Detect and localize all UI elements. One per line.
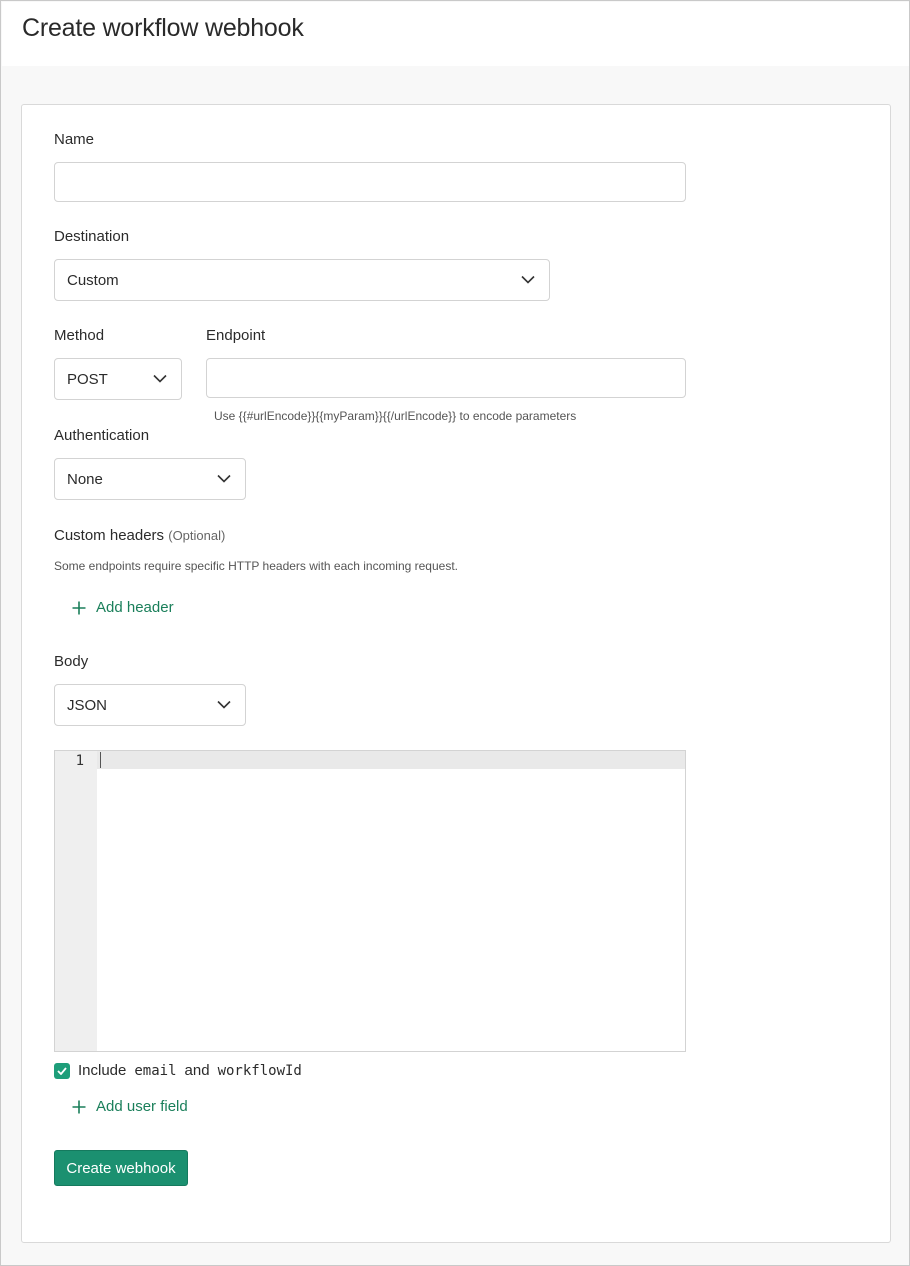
include-joiner: and (184, 1062, 210, 1079)
include-fields-row[interactable]: Include email and workflowId (54, 1062, 302, 1079)
add-user-field-button[interactable]: Add user field (72, 1098, 188, 1115)
check-icon (57, 1066, 67, 1075)
endpoint-label: Endpoint (206, 327, 266, 344)
plus-icon (72, 601, 86, 614)
name-input[interactable] (54, 162, 686, 202)
chevron-down-icon (217, 474, 231, 483)
add-user-field-label: Add user field (96, 1098, 188, 1115)
chevron-down-icon (521, 275, 535, 284)
body-code-editor[interactable]: 1 (54, 750, 686, 1052)
plus-icon (72, 1100, 86, 1113)
include-field-workflowid: workflowId (217, 1062, 302, 1079)
authentication-select[interactable]: None (54, 458, 246, 500)
body-format-select[interactable]: JSON (54, 684, 246, 726)
name-label: Name (54, 131, 95, 148)
endpoint-hint: Use {{#urlEncode}}{{myParam}}{{/urlEncod… (214, 409, 577, 423)
include-prefix: Include (78, 1062, 127, 1079)
method-label: Method (54, 327, 105, 344)
app-window: Create workflow webhook Name Destination… (0, 0, 910, 1266)
chevron-down-icon (153, 374, 167, 383)
body-label: Body (54, 653, 89, 670)
webhook-form-card: Name Destination Custom Method POST Endp… (21, 104, 891, 1243)
active-line-highlight (97, 751, 685, 769)
method-value: POST (67, 370, 108, 388)
line-number: 1 (75, 753, 84, 769)
authentication-value: None (67, 470, 103, 488)
editor-gutter: 1 (55, 751, 97, 1051)
custom-headers-title: Custom headers (54, 527, 165, 544)
include-field-email: email (134, 1062, 177, 1079)
create-webhook-button[interactable]: Create webhook (54, 1150, 188, 1186)
endpoint-input[interactable] (206, 358, 686, 398)
optional-tag: (Optional) (168, 528, 226, 543)
add-header-button[interactable]: Add header (72, 599, 174, 616)
custom-headers-label: Custom headers (Optional) (54, 527, 225, 544)
page-title: Create workflow webhook (22, 14, 304, 42)
destination-value: Custom (67, 271, 119, 289)
custom-headers-description: Some endpoints require specific HTTP hea… (54, 559, 458, 573)
destination-select[interactable]: Custom (54, 259, 550, 301)
authentication-label: Authentication (54, 427, 150, 444)
add-header-label: Add header (96, 599, 174, 616)
chevron-down-icon (217, 700, 231, 709)
page-header: Create workflow webhook (2, 2, 909, 66)
method-select[interactable]: POST (54, 358, 182, 400)
text-cursor (100, 752, 101, 768)
destination-label: Destination (54, 228, 130, 245)
body-format-value: JSON (67, 696, 108, 714)
include-fields-checkbox[interactable] (54, 1062, 70, 1079)
